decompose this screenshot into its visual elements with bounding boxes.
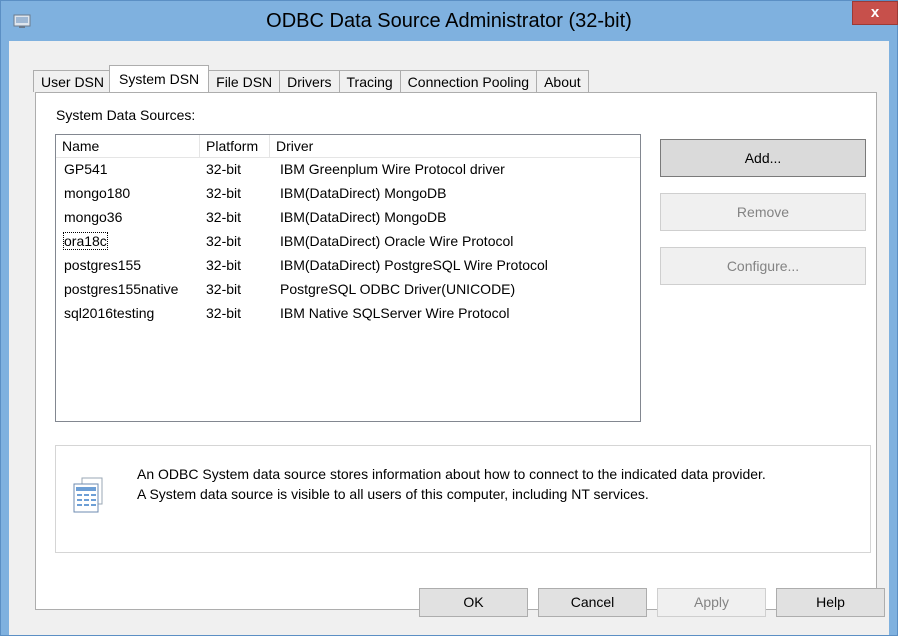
- dsn-driver: PostgreSQL ODBC Driver(UNICODE): [280, 281, 516, 297]
- tab-file-dsn[interactable]: File DSN: [208, 70, 281, 92]
- data-source-icon: [73, 477, 103, 513]
- dsn-driver: IBM(DataDirect) MongoDB: [280, 209, 447, 225]
- tab-system-dsn[interactable]: System DSN: [109, 65, 210, 92]
- ok-button[interactable]: OK: [419, 588, 528, 617]
- odbc-window: ODBC Data Source Administrator (32-bit) …: [0, 0, 898, 636]
- help-button[interactable]: Help: [776, 588, 885, 617]
- list-header: Name Platform Driver: [56, 135, 640, 158]
- table-row[interactable]: mongo180 32-bit IBM(DataDirect) MongoDB: [56, 182, 640, 205]
- dsn-driver: IBM(DataDirect) MongoDB: [280, 185, 447, 201]
- close-button[interactable]: x: [852, 1, 898, 25]
- tab-tracing[interactable]: Tracing: [338, 70, 401, 92]
- column-header-driver[interactable]: Driver: [270, 135, 640, 157]
- info-line-1: An ODBC System data source stores inform…: [137, 466, 766, 482]
- info-description: An ODBC System data source stores inform…: [137, 464, 867, 504]
- dsn-name-text: ora18c: [63, 232, 108, 250]
- tab-user-dsn[interactable]: User DSN: [33, 70, 113, 92]
- dsn-name: mongo180: [64, 185, 131, 201]
- configure-button[interactable]: Configure...: [660, 247, 866, 285]
- client-area: User DSN System DSN File DSN Drivers Tra…: [9, 41, 889, 635]
- system-dsn-panel: System Data Sources: Name Platform Drive…: [35, 92, 877, 610]
- dsn-name: postgres155: [64, 257, 142, 273]
- dsn-name: sql2016testing: [64, 305, 155, 321]
- dsn-driver: IBM(DataDirect) Oracle Wire Protocol: [280, 233, 514, 249]
- title-bar[interactable]: ODBC Data Source Administrator (32-bit) …: [1, 1, 898, 41]
- table-row[interactable]: mongo36 32-bit IBM(DataDirect) MongoDB: [56, 206, 640, 229]
- info-box: An ODBC System data source stores inform…: [55, 445, 871, 553]
- dsn-platform: 32-bit: [206, 305, 242, 321]
- table-row-focused[interactable]: ora18c 32-bit IBM(DataDirect) Oracle Wir…: [56, 230, 640, 253]
- cancel-button[interactable]: Cancel: [538, 588, 647, 617]
- tab-strip: User DSN System DSN File DSN Drivers Tra…: [33, 65, 589, 92]
- dsn-platform: 32-bit: [206, 161, 242, 177]
- table-row[interactable]: GP541 32-bit IBM Greenplum Wire Protocol…: [56, 158, 640, 181]
- dsn-driver: IBM(DataDirect) PostgreSQL Wire Protocol: [280, 257, 548, 273]
- dsn-name: mongo36: [64, 209, 123, 225]
- dsn-platform: 32-bit: [206, 209, 242, 225]
- remove-button[interactable]: Remove: [660, 193, 866, 231]
- apply-button[interactable]: Apply: [657, 588, 766, 617]
- info-line-2: A System data source is visible to all u…: [137, 486, 649, 502]
- column-header-platform[interactable]: Platform: [200, 135, 270, 157]
- dsn-name: GP541: [64, 161, 108, 177]
- dsn-name: postgres155native: [64, 281, 179, 297]
- table-row[interactable]: postgres155 32-bit IBM(DataDirect) Postg…: [56, 254, 640, 277]
- table-row[interactable]: postgres155native 32-bit PostgreSQL ODBC…: [56, 278, 640, 301]
- tab-drivers[interactable]: Drivers: [279, 70, 340, 92]
- table-row[interactable]: sql2016testing 32-bit IBM Native SQLServ…: [56, 302, 640, 325]
- dsn-driver: IBM Greenplum Wire Protocol driver: [280, 161, 505, 177]
- dsn-platform: 32-bit: [206, 257, 242, 273]
- dsn-platform: 32-bit: [206, 233, 242, 249]
- dsn-driver: IBM Native SQLServer Wire Protocol: [280, 305, 510, 321]
- system-data-sources-label: System Data Sources:: [56, 107, 196, 123]
- dsn-platform: 32-bit: [206, 281, 242, 297]
- tab-connection-pooling[interactable]: Connection Pooling: [399, 70, 538, 92]
- dsn-platform: 32-bit: [206, 185, 242, 201]
- column-header-name[interactable]: Name: [56, 135, 200, 157]
- system-dsn-list[interactable]: Name Platform Driver GP541 32-bit IBM Gr…: [55, 134, 641, 422]
- dsn-name: ora18c: [63, 230, 108, 253]
- add-button[interactable]: Add...: [660, 139, 866, 177]
- window-title: ODBC Data Source Administrator (32-bit): [266, 10, 632, 32]
- tab-about[interactable]: About: [536, 70, 589, 92]
